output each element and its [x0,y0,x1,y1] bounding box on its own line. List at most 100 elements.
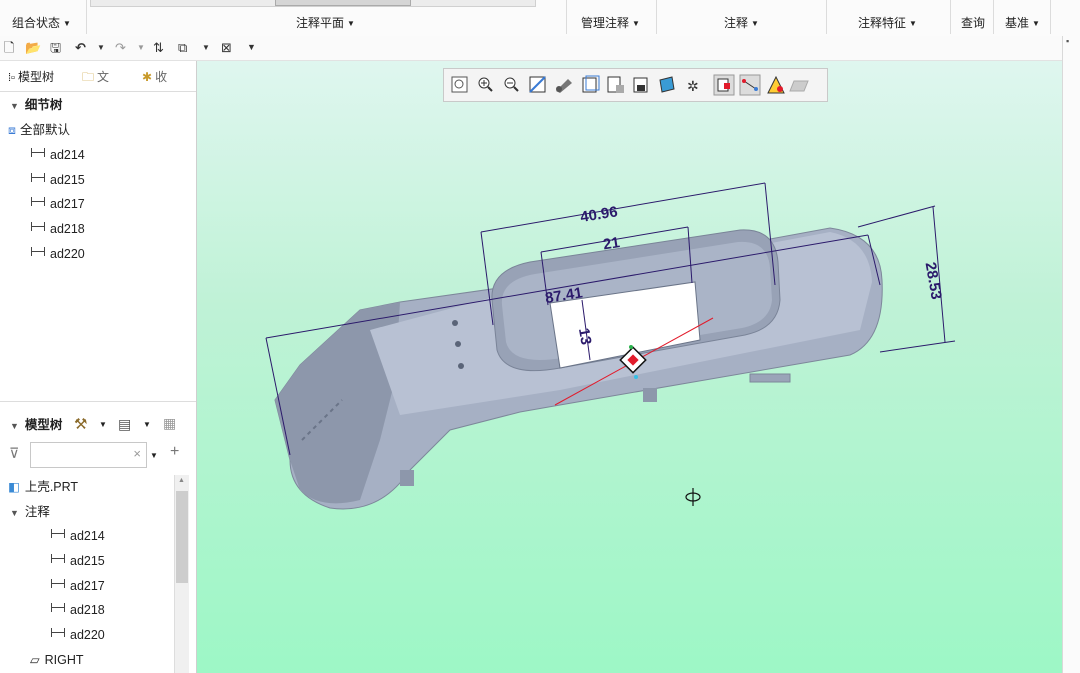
annotation-item[interactable]: ad218 [50,599,105,621]
grid-icon[interactable] [789,80,809,92]
group-manage-annotations[interactable]: 管理注释 ▼ [581,14,640,31]
view-toolbar: ✲ [443,68,828,102]
save-icon[interactable]: 🖫 [50,40,61,55]
redo-icon[interactable]: ↷ [115,40,126,55]
separator [1050,0,1051,34]
dimension-icon [30,222,46,232]
part-boss [643,388,657,402]
dimension-text[interactable]: 40.96 [579,203,619,226]
dimension-icon [30,197,46,207]
clear-icon[interactable]: × [133,446,141,461]
ribbon: 组合状态 ▼ 注释平面 ▼ 管理注释 ▼ 注释 ▼ 注释特征 ▼ 查询 基准 ▼ [0,0,1080,37]
spin-center-icon[interactable]: ✲ [687,79,699,95]
search-field[interactable] [34,444,128,466]
dimension-text[interactable]: 13 [575,327,595,346]
part-hole [455,341,461,347]
customize-toolbar-icon[interactable]: ▼ [247,40,256,55]
perspective-icon[interactable] [633,77,648,93]
settings-grid-icon[interactable]: ▦ [163,415,176,432]
annotation-item[interactable]: ad217 [50,575,105,597]
annotation-item[interactable]: ad215 [50,550,105,572]
detail-item[interactable]: ad214 [30,144,85,166]
regenerate-icon[interactable]: ⇅ [153,40,164,55]
detail-tree-header[interactable]: ▼ 细节树 [10,94,62,116]
dimension-text[interactable]: 28.53 [922,261,945,301]
group-annotate[interactable]: 注释 ▼ [724,14,759,31]
group-combo-state[interactable]: 组合状态 ▼ [12,14,71,31]
datum-plane-icon: ▱ [30,653,40,667]
datum-display-icon[interactable] [659,76,675,93]
group-inquiry[interactable]: 查询 [961,14,985,31]
annotation-item[interactable]: ad220 [50,624,105,646]
separator [826,0,827,34]
chevron-down-icon[interactable]: ▼ [202,40,210,55]
separator [950,0,951,34]
detail-item[interactable]: ad215 [30,169,85,191]
chevron-down-icon[interactable]: ▼ [99,420,107,429]
rotate-cursor-icon [685,488,701,506]
dimension-display-icon[interactable] [739,74,761,96]
annotations-node[interactable]: ▼ 注释 [10,501,50,523]
scroll-up-icon[interactable]: ▲ [178,477,185,484]
navigator-panel: ⁞▫ 模型树 🗀 文 ✱ 收 ▼ 细节树 ⧈ 全部默认 ad214 ad215 ad217… [0,61,197,673]
part-rib [749,373,791,383]
view-manager-icon[interactable] [607,76,624,93]
combo-state-icon: ⧈ [8,123,16,137]
divider [0,401,196,402]
filter-icon[interactable]: ⊽ [9,445,19,462]
zoom-out-icon[interactable] [504,77,519,92]
undo-icon[interactable]: ↶ [75,40,86,55]
dimension-icon [30,173,46,183]
tab-favorites[interactable]: ✱ 收 [142,65,167,89]
part-boss [400,470,414,486]
tab-files[interactable]: 🗀 文 [82,65,109,89]
detail-item[interactable]: ad220 [30,243,85,265]
display-style-icon[interactable] [556,79,572,93]
chevron-down-icon[interactable]: ▼ [137,40,145,55]
model-canvas[interactable]: 40.96 21 87.41 13 28.53 [197,61,1062,673]
part-node[interactable]: ◧ 上壳.PRT [8,476,78,498]
part-icon: ◧ [8,480,20,494]
separator [86,0,87,34]
dimension-icon [50,628,66,638]
windows-icon[interactable]: ⧉ [178,40,187,55]
detail-root[interactable]: ⧈ 全部默认 [8,119,70,141]
folder-icon: 🗀 [82,70,95,84]
tools-icon[interactable]: ⚒ [74,415,87,433]
group-annotation-plane[interactable]: 注释平面 ▼ [296,14,355,31]
refit-icon[interactable] [451,76,468,93]
right-side-strip: ▪ [1062,36,1080,673]
show-icon[interactable]: ▤ [118,416,131,433]
detail-item[interactable]: ad218 [30,218,85,240]
open-folder-icon[interactable]: 📂 [25,40,41,55]
ribbon-gallery-selected [275,0,411,6]
zoom-in-icon[interactable] [478,77,493,92]
collapse-icon[interactable]: ▼ [10,421,19,431]
favorites-icon: ✱ [142,70,153,84]
chevron-down-icon[interactable]: ▼ [143,420,151,429]
collapse-icon[interactable]: ▼ [10,101,19,111]
annotation-display-icon[interactable] [713,74,735,96]
scrollbar[interactable]: ▲ [174,475,189,673]
plane-node[interactable]: ▱ RIGHT [30,649,84,671]
annotation-item[interactable]: ad214 [50,525,105,547]
scrollbar-thumb[interactable] [176,491,188,583]
new-file-icon[interactable]: 🗋 [4,40,14,55]
side-label-icon: ▪ [1066,36,1070,46]
close-window-icon[interactable]: ⊠ [221,40,232,55]
search-input[interactable]: × [30,442,147,468]
model-tree-header[interactable]: ▼ 模型树 [10,414,62,436]
group-datum[interactable]: 基准 ▼ [1005,14,1040,31]
collapse-icon[interactable]: ▼ [10,508,19,518]
repaint-icon[interactable] [529,76,546,93]
group-annotation-features[interactable]: 注释特征 ▼ [858,14,917,31]
separator [656,0,657,34]
detail-item[interactable]: ad217 [30,193,85,215]
tab-model-tree[interactable]: ⁞▫ 模型树 [8,65,54,89]
hidden-line-icon[interactable] [767,75,785,94]
dimension-text[interactable]: 21 [602,234,621,253]
add-icon[interactable]: + [170,443,179,461]
saved-views-icon[interactable] [582,75,600,93]
chevron-down-icon[interactable]: ▼ [97,40,105,55]
chevron-down-icon[interactable]: ▼ [150,451,158,460]
